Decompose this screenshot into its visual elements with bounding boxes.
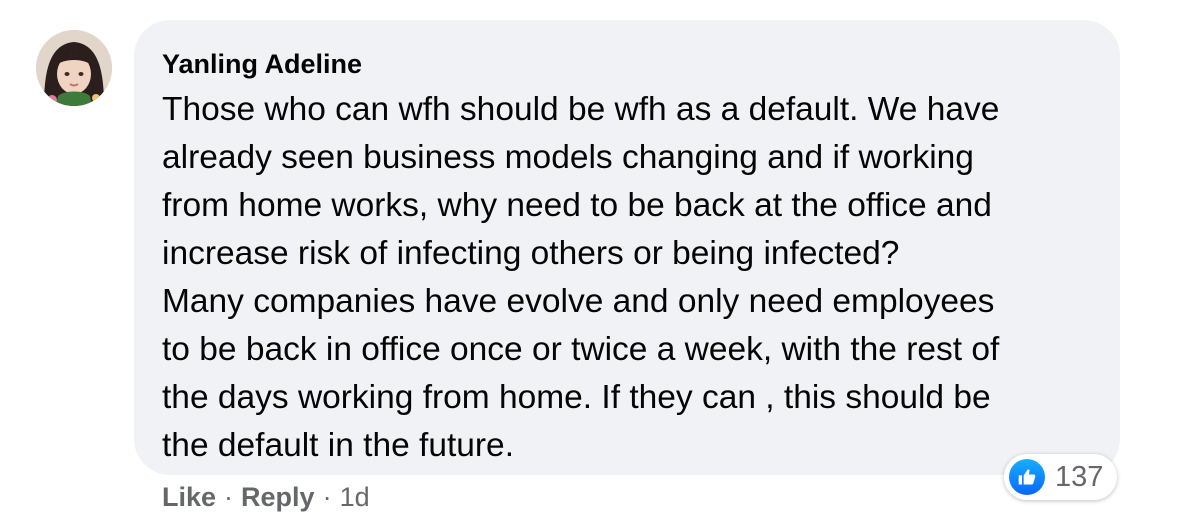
- timestamp[interactable]: 1d: [340, 482, 370, 513]
- comment-line: from home works, why need to be back at …: [162, 187, 992, 224]
- comment-actions: Like · Reply · 1d: [162, 482, 370, 513]
- comment-bubble: Yanling Adeline Those who can wfh should…: [134, 20, 1120, 475]
- thumbs-up-icon: [1009, 459, 1045, 495]
- comment-line: increase risk of infecting others or bei…: [162, 235, 900, 272]
- comment-line: Those who can wfh should be wfh as a def…: [162, 91, 1000, 128]
- reply-button[interactable]: Reply: [241, 482, 315, 513]
- reaction-summary[interactable]: 137: [1004, 454, 1118, 500]
- comment-line: Many companies have evolve and only need…: [162, 283, 995, 320]
- separator: ·: [224, 482, 234, 512]
- comment-text: Those who can wfh should be wfh as a def…: [162, 86, 1090, 470]
- separator: ·: [322, 482, 332, 512]
- comment-line: the days working from home. If they can …: [162, 379, 991, 416]
- reaction-count: 137: [1055, 460, 1104, 493]
- comment-line: the default in the future.: [162, 427, 514, 464]
- avatar[interactable]: [36, 30, 112, 106]
- avatar-image: [36, 30, 112, 106]
- like-button[interactable]: Like: [162, 482, 216, 513]
- comment-container: Yanling Adeline Those who can wfh should…: [0, 0, 1200, 522]
- author-name[interactable]: Yanling Adeline: [162, 46, 1090, 82]
- comment-line: to be back in office once or twice a wee…: [162, 331, 1000, 368]
- comment-line: already seen business models changing an…: [162, 139, 974, 176]
